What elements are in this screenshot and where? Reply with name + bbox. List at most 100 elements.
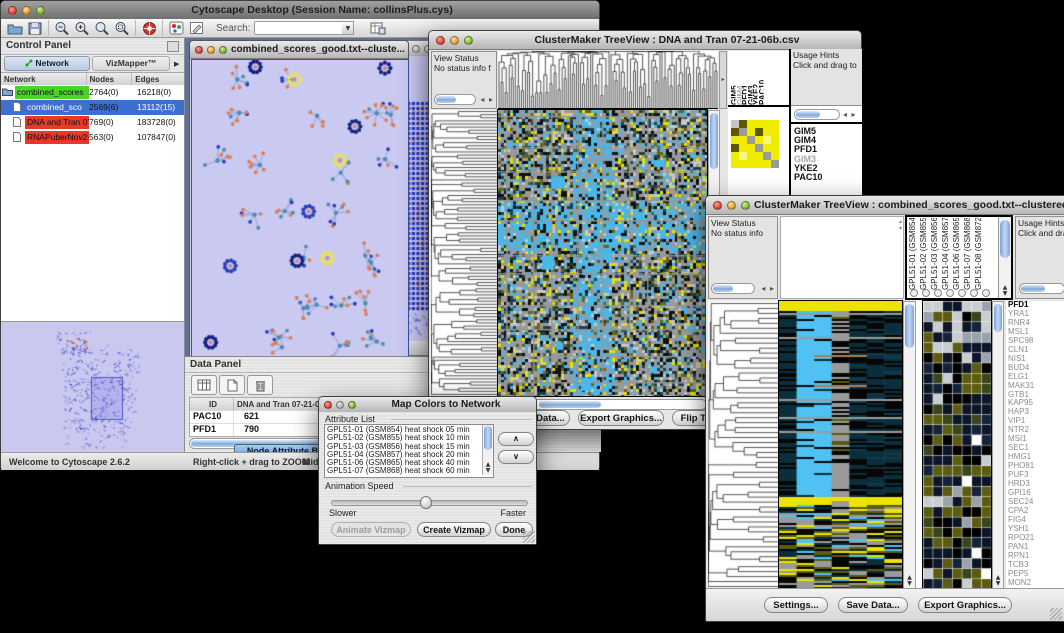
export-graphics-button[interactable]: Export Graphics...	[578, 410, 664, 426]
resize-grip[interactable]	[523, 531, 535, 543]
dialog-titlebar[interactable]: Map Colors to Network	[319, 397, 536, 413]
search-input-wrap: ▼	[254, 21, 354, 35]
tv2-zoom-vscrollbar[interactable]: ▲▼	[992, 301, 1004, 589]
zoom-window-icon[interactable]	[219, 46, 227, 54]
main-titlebar[interactable]: Cytoscape Desktop (Session Name: collins…	[1, 1, 599, 20]
delete-attribute-icon[interactable]	[247, 375, 273, 395]
zoom-selected-icon[interactable]	[112, 19, 132, 37]
tv1-hints-scrollbar[interactable]	[794, 109, 840, 120]
network-canvas-1[interactable]	[191, 59, 409, 356]
search-input[interactable]	[254, 21, 346, 35]
settings-button[interactable]: Settings...	[764, 597, 828, 613]
zoom-window-icon[interactable]	[464, 36, 473, 45]
attribute-listbox[interactable]: GPL51-01 (GSM854) heat shock 05 minGPL51…	[324, 424, 494, 478]
gene-label: MON2	[1008, 579, 1064, 588]
zoom-window-icon[interactable]	[36, 6, 45, 15]
tab-network[interactable]: Network	[4, 56, 90, 71]
window-controls	[1, 6, 45, 15]
vizmapper-icon[interactable]	[166, 19, 186, 37]
float-panel-icon[interactable]	[167, 41, 179, 52]
minimize-icon[interactable]	[207, 46, 215, 54]
tv2-row-dendrogram[interactable]	[708, 301, 779, 589]
treeview1-titlebar[interactable]: ClusterMaker TreeView : DNA and Tran 07-…	[429, 31, 861, 50]
zoom-fit-icon[interactable]	[92, 19, 112, 37]
tv2-hints-scrollbar[interactable]	[1019, 283, 1064, 294]
search-dropdown-icon[interactable]: ▼	[342, 21, 354, 35]
array-label: GPL51-06 (GSM865)	[952, 218, 963, 290]
save-icon[interactable]	[25, 19, 45, 37]
create-vizmapbutton[interactable]: Create Vizmap	[417, 522, 491, 537]
minimize-icon[interactable]	[450, 36, 459, 45]
tv2-status-scrollbar[interactable]	[711, 283, 755, 294]
select-columns-icon[interactable]	[191, 375, 217, 395]
tv1-column-dendrogram[interactable]	[498, 51, 718, 109]
zoom-window-icon[interactable]	[348, 401, 356, 409]
network-row[interactable]: combined_sco2569(6)13112(15)	[1, 100, 184, 115]
tv1-status-scrollbar[interactable]	[434, 94, 476, 105]
tv2-zoom-heatmap[interactable]	[923, 301, 991, 589]
network-row[interactable]: DNA and Tran 07769(0)183728(0)	[1, 115, 184, 130]
import-table-icon[interactable]	[368, 19, 388, 37]
network-name: RNAPuberNov2+	[25, 131, 89, 144]
minimize-icon[interactable]	[336, 401, 344, 409]
attribute-list-item[interactable]: GPL51-07 (GSM868) heat shock 60 min	[325, 467, 493, 475]
tv2-heatmap[interactable]	[779, 301, 902, 589]
array-label: GPL51-08 (GSM872)	[974, 218, 985, 290]
tv1-view-status: View StatusNo status info f ◂ ▸	[431, 51, 497, 109]
zoom-out-icon[interactable]	[52, 19, 72, 37]
tv2-heatmap-vscrollbar[interactable]: ▲▼	[903, 301, 916, 589]
attribute-list-vscrollbar[interactable]: ▲▼	[482, 425, 493, 475]
help-icon[interactable]	[139, 19, 159, 37]
tab-overflow-icon[interactable]: ▶	[174, 60, 179, 68]
tv1-mini-heatmap[interactable]	[731, 120, 779, 168]
treeview2-titlebar[interactable]: ClusterMaker TreeView : combined_scores_…	[706, 196, 1064, 215]
tv1-heatmap[interactable]	[498, 110, 707, 396]
minimize-icon[interactable]	[22, 6, 31, 15]
tv1-status-scroll-arrows[interactable]: ◂ ▸	[480, 95, 494, 104]
tv2-labels-vscrollbar[interactable]: ▲▼	[998, 217, 1011, 298]
mini-heatmap-cell	[763, 136, 771, 144]
mini-heatmap-cell	[731, 152, 739, 160]
network-overview[interactable]	[1, 321, 184, 452]
mini-heatmap-cell	[731, 160, 739, 168]
new-attribute-icon[interactable]	[219, 375, 245, 395]
network-nodes: 2764(0)	[89, 86, 118, 99]
animate-vizmapbutton[interactable]: Animate Vizmap	[331, 522, 411, 537]
column-header-edges[interactable]: Edges	[132, 73, 184, 85]
minimize-icon[interactable]	[727, 201, 736, 210]
column-header-network[interactable]: Network	[1, 73, 87, 85]
attr-header-id[interactable]: ID	[190, 398, 234, 410]
close-icon[interactable]	[195, 46, 203, 54]
minimize-icon[interactable]	[412, 45, 420, 53]
animation-speed-slider[interactable]	[331, 500, 528, 506]
tv1-row-dendrogram[interactable]	[431, 110, 497, 396]
move-up-button[interactable]: ∧	[498, 432, 534, 446]
network-row[interactable]: combined_scores2764(0)16218(0)	[1, 85, 184, 100]
move-down-button[interactable]: ∨	[498, 450, 534, 464]
network-nodes: 769(0)	[89, 116, 114, 129]
mini-heatmap-cell	[739, 128, 747, 136]
gene-label: PAC10	[794, 173, 862, 182]
close-icon[interactable]	[8, 6, 17, 15]
resize-grip[interactable]	[1050, 608, 1062, 620]
export-graphics-button[interactable]: Export Graphics...	[918, 597, 1012, 613]
network-row[interactable]: RNAPuberNov2+563(0)107847(0)	[1, 130, 184, 145]
save-data-button[interactable]: Save Data...	[838, 597, 908, 613]
open-file-icon[interactable]	[5, 19, 25, 37]
close-icon[interactable]	[713, 201, 722, 210]
status-welcome: Welcome to Cytoscape 2.6.2	[9, 457, 130, 467]
close-icon[interactable]	[436, 36, 445, 45]
tab-vizmapper[interactable]: VizMapper™	[92, 56, 170, 71]
array-label: GIM5	[730, 51, 736, 105]
tv2-status-scroll-arrows[interactable]: ◂ ▸	[761, 284, 775, 293]
column-header-nodes[interactable]: Nodes	[87, 73, 133, 85]
annotation-icon[interactable]	[186, 19, 206, 37]
close-icon[interactable]	[324, 401, 332, 409]
tv1-hints-scroll-arrows[interactable]: ◂ ▸	[843, 110, 857, 119]
tv2-bottom-bar: Settings... Save Data... Export Graphics…	[706, 588, 1064, 621]
slider-thumb[interactable]	[420, 496, 432, 509]
zoom-in-icon[interactable]	[72, 19, 92, 37]
mini-heatmap-cell	[731, 136, 739, 144]
zoom-window-icon[interactable]	[741, 201, 750, 210]
tv1-coltree-arrow[interactable]: ▸	[719, 51, 727, 109]
